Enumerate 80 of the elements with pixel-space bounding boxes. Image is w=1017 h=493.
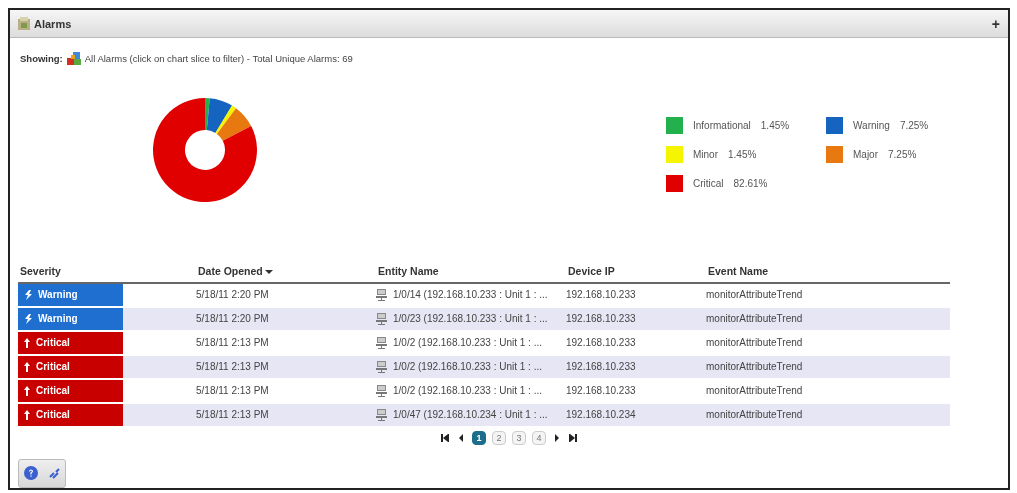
table-cell: 1/0/14 (192.168.10.233 : Unit 1 : ... xyxy=(393,289,548,301)
add-button[interactable]: + xyxy=(991,15,1000,32)
table-cell-text: monitorAttributeTrend xyxy=(706,409,804,421)
device-icon xyxy=(376,408,387,421)
table-cell: 1/0/47 (192.168.10.234 : Unit 1 : ... xyxy=(393,409,548,421)
table-cell-text: 5/18/11 2:13 PM xyxy=(196,361,270,373)
severity-label: Critical xyxy=(36,361,70,373)
page-button[interactable]: 2 xyxy=(492,430,506,445)
arrow-up-icon xyxy=(24,361,30,372)
table-cell: 1/0/2 (192.168.10.233 : Unit 1 : ... xyxy=(393,337,542,349)
table-cell: 1/0/2 (192.168.10.233 : Unit 1 : ... xyxy=(393,361,542,373)
arrow-up-icon xyxy=(24,409,30,420)
legend-label: Warning xyxy=(853,120,890,132)
filter-label: Showing: xyxy=(20,53,63,65)
column-header[interactable]: Entity Name xyxy=(376,264,566,277)
legend-value: 1.45% xyxy=(728,149,757,161)
chart-slice[interactable] xyxy=(216,108,252,141)
legend-label: Critical xyxy=(693,178,724,190)
table-cell-text: 192.168.10.233 xyxy=(566,313,637,325)
chart-slice[interactable] xyxy=(205,98,210,131)
arrow-up-icon xyxy=(24,385,30,396)
column-header[interactable]: Device IP xyxy=(566,264,706,277)
help-button[interactable] xyxy=(24,466,39,481)
bolt-icon xyxy=(24,313,32,324)
table-cell: 1/0/23 (192.168.10.233 : Unit 1 : ... xyxy=(393,313,548,325)
table-cell-text: 5/18/11 2:13 PM xyxy=(196,337,270,349)
link-button[interactable] xyxy=(48,467,60,479)
table-cell-text: monitorAttributeTrend xyxy=(706,313,804,325)
legend-label: Informational xyxy=(693,120,751,132)
blocks-icon xyxy=(66,52,81,66)
table-cell-text: monitorAttributeTrend xyxy=(706,337,804,349)
table-cell-text: monitorAttributeTrend xyxy=(706,385,804,397)
column-header[interactable]: Event Name xyxy=(706,264,950,277)
legend-label: Minor xyxy=(693,149,718,161)
table-cell-text: monitorAttributeTrend xyxy=(706,361,804,373)
page-button[interactable]: 1 xyxy=(472,430,486,445)
table-cell-text: monitorAttributeTrend xyxy=(706,289,804,301)
device-icon xyxy=(376,384,387,397)
device-icon xyxy=(376,288,387,301)
next-page-icon xyxy=(555,433,559,442)
previous-page-icon xyxy=(459,433,463,442)
device-icon xyxy=(376,336,387,349)
last-page-icon xyxy=(569,433,577,442)
severity-label: Warning xyxy=(38,313,78,325)
filter-text: All Alarms (click on chart slice to filter) - Total Unique Alarms: 69 xyxy=(84,53,353,65)
arrow-up-icon xyxy=(24,337,30,348)
bolt-icon xyxy=(24,289,32,300)
first-page-icon xyxy=(441,433,449,442)
table-cell-text: 192.168.10.233 xyxy=(566,289,637,301)
panel-title: Alarms xyxy=(34,17,73,30)
legend-value: 82.61% xyxy=(733,178,768,190)
help-icon xyxy=(24,466,39,481)
severity-label: Critical xyxy=(36,409,70,421)
severity-label: Warning xyxy=(38,289,78,301)
column-header[interactable]: Date Opened xyxy=(196,264,376,277)
page-button[interactable]: 4 xyxy=(532,430,546,445)
chart-slice[interactable] xyxy=(153,98,257,203)
link-icon xyxy=(48,467,60,479)
chart-slice[interactable] xyxy=(215,105,236,135)
device-icon xyxy=(376,360,387,373)
table-cell-text: 192.168.10.234 xyxy=(566,409,637,421)
table-cell-text: 192.168.10.233 xyxy=(566,337,637,349)
table-cell-text: 5/18/11 2:13 PM xyxy=(196,409,270,421)
table-cell-text: 5/18/11 2:13 PM xyxy=(196,385,270,397)
table-cell-text: 192.168.10.233 xyxy=(566,385,637,397)
column-header[interactable]: Severity xyxy=(18,264,196,277)
page-button[interactable]: 3 xyxy=(512,430,526,445)
device-icon xyxy=(376,312,387,325)
table-cell-text: 5/18/11 2:20 PM xyxy=(196,313,270,325)
legend-value: 7.25% xyxy=(888,149,917,161)
table-cell-text: 5/18/11 2:20 PM xyxy=(196,289,270,301)
table-cell: 1/0/2 (192.168.10.233 : Unit 1 : ... xyxy=(393,385,542,397)
alarm-panel-icon xyxy=(18,17,30,31)
severity-label: Critical xyxy=(36,337,70,349)
table-cell-text: 192.168.10.233 xyxy=(566,361,637,373)
severity-label: Critical xyxy=(36,385,70,397)
legend-value: 7.25% xyxy=(899,120,929,132)
legend-label: Major xyxy=(853,149,878,161)
legend-value: 1.45% xyxy=(760,120,790,132)
chart-slice[interactable] xyxy=(206,98,233,134)
